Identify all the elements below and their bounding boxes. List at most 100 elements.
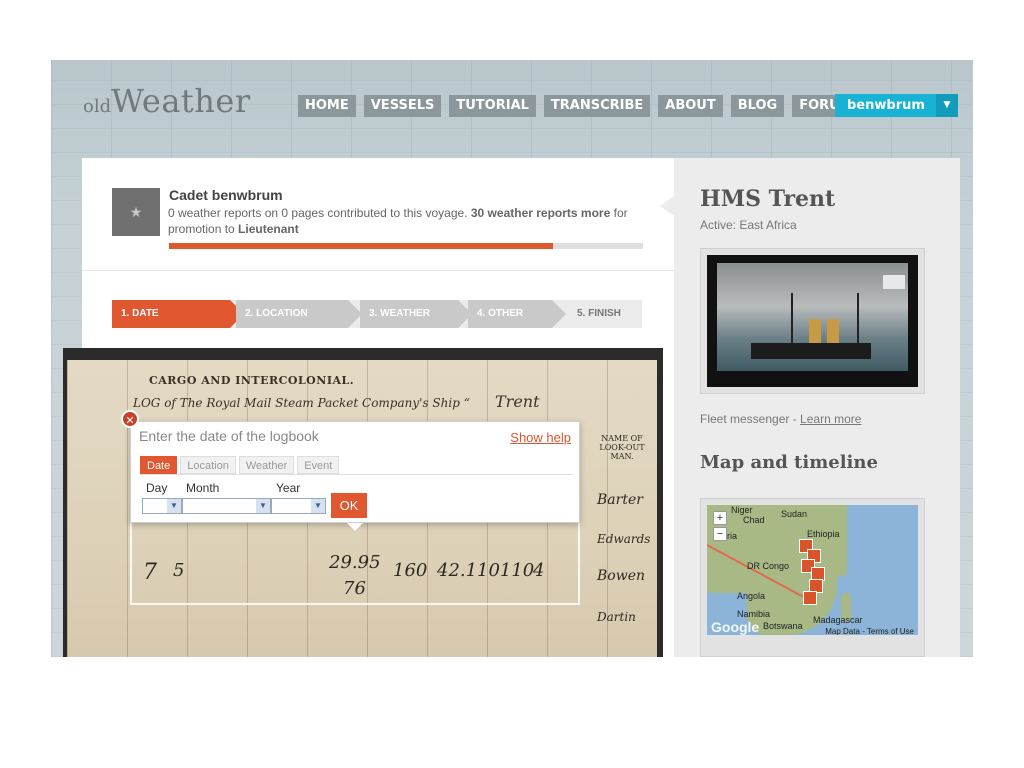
map-label: Niger [731,505,753,515]
flag-icon [883,275,905,289]
main-nav: HOME VESSELS TUTORIAL TRANSCRIBE ABOUT B… [298,95,860,117]
map-label: Angola [737,591,766,601]
nav-tutorial[interactable]: TUTORIAL [449,95,536,117]
logbook-handwritten-name: Bowen [597,568,646,584]
close-icon[interactable]: ✕ [121,410,139,428]
chevron-down-icon: ▼ [311,499,325,513]
tab-underline [140,474,573,475]
chevron-down-icon: ▼ [256,499,270,513]
year-label: Year [276,481,301,495]
step-other[interactable]: 4. OTHER [468,300,566,328]
ok-button[interactable]: OK [331,493,367,518]
ship-name: HMS Trent [700,186,836,212]
logbook-heading: CARGO AND INTERCOLONIAL. [149,374,355,387]
selection-box[interactable] [130,523,580,605]
step-weather[interactable]: 3. WEATHER [360,300,472,328]
cadet-name: Cadet benwbrum [169,187,283,203]
contribution-text: 0 weather reports on 0 pages contributed… [168,206,468,220]
map-label: Sudan [781,509,808,519]
star-icon: ★ [129,204,143,220]
ship-image-frame [700,248,925,394]
map-data-link[interactable]: Map Data [825,627,860,635]
learn-more-link[interactable]: Learn more [800,412,861,426]
day-label: Day [146,481,168,495]
step-other-label: 4. OTHER [477,308,524,319]
logo-big-text: Weather [111,82,251,120]
map-title: Map and timeline [700,452,878,473]
google-logo: Google [711,619,760,635]
next-rank: Lieutenant [238,222,299,236]
step-finish-label: 5. FINISH [577,308,621,319]
tab-location[interactable]: Location [180,456,236,474]
month-label: Month [186,481,220,495]
ship-painting [717,263,908,371]
map-canvas[interactable]: Niger Chad Sudan Ethiopia DR Congo Angol… [707,505,918,635]
date-entry-popup: ✕ Enter the date of the logbook Show hel… [121,410,580,531]
chevron-down-icon[interactable]: ▼ [936,94,958,117]
logbook-handwritten-name: Barter [597,492,643,508]
fleet-label: Fleet messenger - [700,412,801,426]
nav-transcribe[interactable]: TRANSCRIBE [543,95,651,117]
user-name: benwbrum [847,98,925,113]
ship-image [707,255,918,387]
step-weather-label: 3. WEATHER [369,308,430,319]
month-select[interactable]: ▼ [182,498,271,514]
logo-small-text: old [83,96,112,117]
vessel-sidebar: HMS Trent Active: East Africa Fleet mess… [674,158,960,657]
nav-home[interactable]: HOME [298,95,356,117]
step-date-label: 1. DATE [121,308,159,319]
logbook-handwritten-name: Dartin [597,610,636,624]
user-menu-button[interactable]: benwbrum ▼ [835,94,958,117]
zoom-out-button[interactable]: − [713,527,727,541]
chevron-down-icon: ▼ [167,499,181,513]
ship-hull [751,343,871,359]
zoom-in-button[interactable]: + [713,511,727,525]
step-location[interactable]: 2. LOCATION [236,300,362,328]
step-arrow [552,300,566,328]
year-select[interactable]: ▼ [271,498,326,514]
day-select[interactable]: ▼ [142,498,182,514]
site-logo[interactable]: oldWeather [83,82,251,120]
promotion-progress-bar [169,243,643,249]
fleet-messenger: Fleet messenger - Learn more [700,412,861,426]
ship-mast [857,293,859,343]
avatar: ★ [112,188,160,236]
sidebar-notch [660,196,674,216]
step-finish[interactable]: 5. FINISH [568,300,642,328]
tab-date[interactable]: Date [140,456,178,474]
ship-funnel [827,319,839,343]
map-label: Ethiopia [807,529,840,539]
app-screen: oldWeather HOME VESSELS TUTORIAL TRANSCR… [51,60,973,657]
terms-link[interactable]: Terms of Use [867,627,914,635]
map-label: Namibia [737,609,771,619]
nav-about[interactable]: ABOUT [658,95,723,117]
nav-vessels[interactable]: VESSELS [363,95,442,117]
logbook-ship-name: Trent [495,392,540,411]
map-label: Botswana [763,621,803,631]
popup-tabs: Date Location Weather Event [140,456,340,474]
tab-weather[interactable]: Weather [238,456,295,474]
step-date[interactable]: 1. DATE [112,300,244,328]
ship-active-region: Active: East Africa [700,218,797,232]
reports-needed: 30 weather reports more [470,206,611,220]
cadet-description: 0 weather reports on 0 pages contributed… [168,205,628,237]
logbook-title-line: LOG of The Royal Mail Steam Packet Compa… [133,396,470,410]
divider [82,270,674,271]
nav-blog[interactable]: BLOG [730,95,785,117]
ship-mast [791,293,793,343]
popup-title: Enter the date of the logbook [139,428,319,444]
map-label: ria [727,531,738,541]
ship-marker-icon[interactable] [803,591,817,605]
tab-event[interactable]: Event [297,456,340,474]
show-help-link[interactable]: Show help [510,430,571,445]
step-bar: 1. DATE 2. LOCATION 3. WEATHER 4. OTHER … [112,300,642,328]
ship-funnel [809,319,821,343]
popup-pointer [347,523,363,531]
logbook-handwritten-name: Edwards [597,532,651,546]
map-label: Chad [743,515,765,525]
progress-fill [169,243,553,249]
logbook-column-header: NAME OF LOOK-OUT MAN. [599,434,645,461]
map-footer: Map Data - Terms of Use [825,627,914,635]
map-label: DR Congo [747,561,790,571]
map-frame: Niger Chad Sudan Ethiopia DR Congo Angol… [700,498,925,657]
